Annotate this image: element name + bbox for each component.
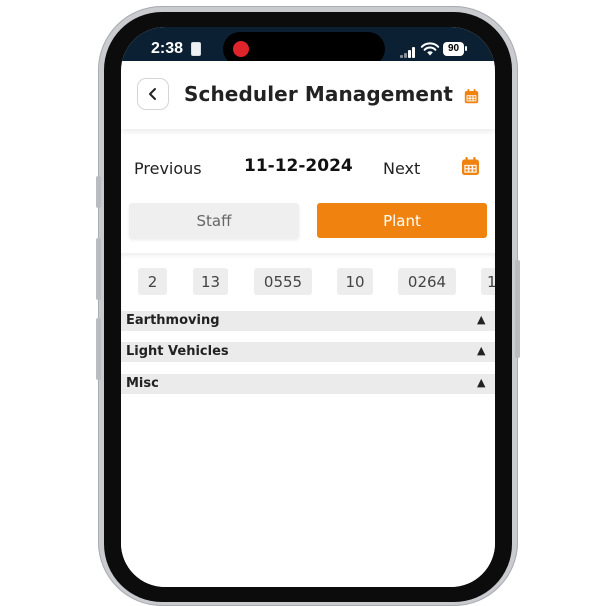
calendar-icon[interactable] (461, 157, 480, 176)
battery-icon: 90 (443, 42, 464, 56)
status-time: 2:38 (151, 40, 184, 57)
cellular-signal-icon (400, 46, 420, 58)
filter-chip[interactable]: 10 (337, 268, 373, 295)
next-button[interactable]: Next (383, 159, 420, 178)
back-button[interactable] (137, 78, 169, 110)
sim-icon (191, 42, 201, 56)
battery-tip (465, 46, 467, 51)
tab-plant[interactable]: Plant (317, 203, 487, 238)
filter-chip[interactable]: 0264 (398, 268, 456, 295)
chevron-left-icon (149, 88, 156, 100)
app-header: Scheduler Management (121, 61, 495, 129)
section-label: Earthmoving (126, 313, 220, 328)
section-light-vehicles[interactable]: Light Vehicles ▲ (121, 342, 495, 362)
filter-chips-row[interactable]: 2 13 0555 10 0264 1 (121, 253, 495, 311)
collapse-triangle-icon: ▲ (477, 313, 486, 326)
current-date: 11-12-2024 (244, 156, 353, 176)
wifi-icon (420, 42, 440, 56)
filter-chip[interactable]: 13 (193, 268, 228, 295)
volume-down-button (96, 318, 101, 380)
section-label: Light Vehicles (126, 344, 229, 359)
previous-button[interactable]: Previous (134, 159, 202, 178)
filter-chip[interactable]: 2 (138, 268, 167, 295)
section-misc[interactable]: Misc ▲ (121, 374, 495, 394)
calendar-icon[interactable] (464, 89, 479, 104)
app-content: Scheduler Management Previous 11-12-2024… (121, 61, 495, 587)
date-navigation: Previous 11-12-2024 Next (121, 151, 495, 183)
filter-chip[interactable]: 1 (481, 268, 495, 295)
collapse-triangle-icon: ▲ (477, 344, 486, 357)
page-title: Scheduler Management (184, 82, 454, 106)
power-button (515, 260, 520, 358)
filter-chip[interactable]: 0555 (254, 268, 312, 295)
tab-staff[interactable]: Staff (129, 203, 299, 238)
section-label: Misc (126, 376, 159, 391)
silent-switch (96, 176, 101, 208)
recording-indicator-icon (233, 41, 249, 57)
collapse-triangle-icon: ▲ (477, 376, 486, 389)
section-earthmoving[interactable]: Earthmoving ▲ (121, 311, 495, 331)
phone-screen: 2:38 90 Scheduler Management Previous 11… (121, 27, 495, 587)
volume-up-button (96, 238, 101, 300)
